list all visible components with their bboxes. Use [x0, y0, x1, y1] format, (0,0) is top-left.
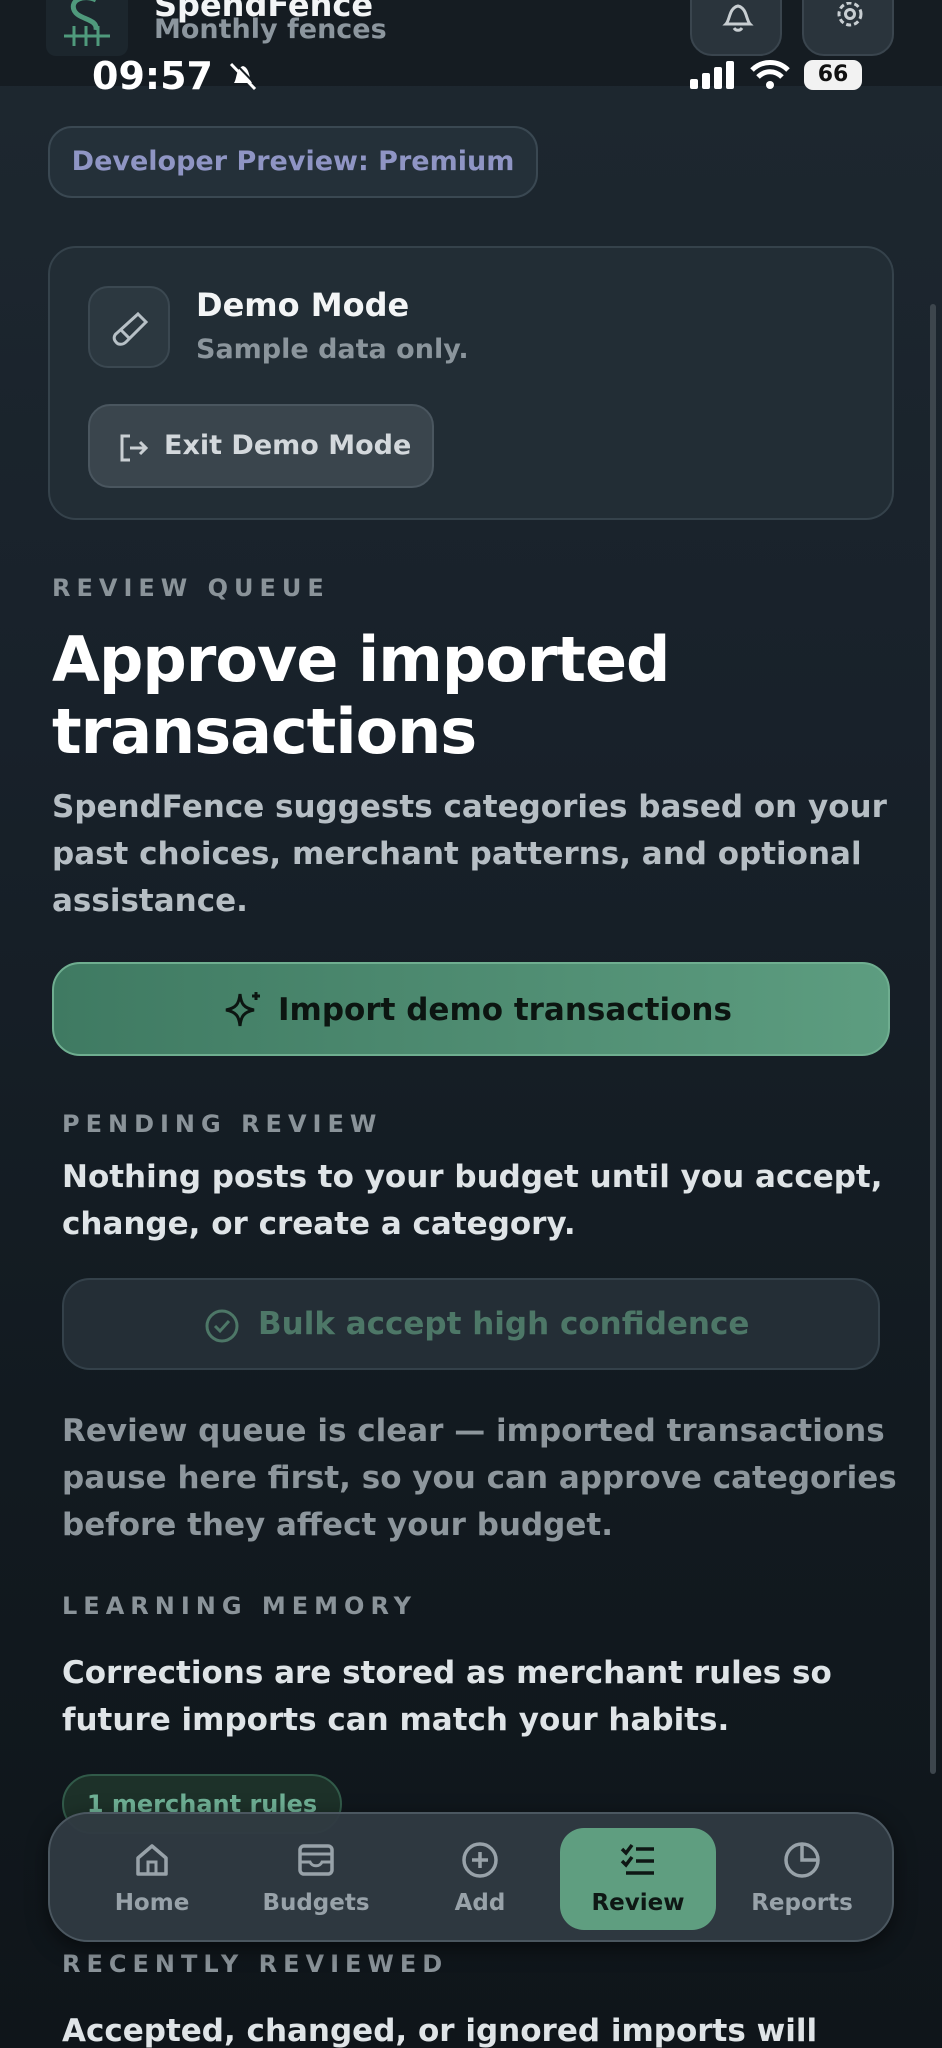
status-icons: 66 [690, 60, 862, 90]
demo-mode-title: Demo Mode [196, 286, 410, 324]
review-screen: SpendFence Monthly fences 09:57 66 Devel… [0, 0, 942, 2048]
silent-bell-icon [230, 61, 258, 91]
wallet-icon [298, 1844, 334, 1876]
check-circle-icon [205, 1309, 239, 1343]
status-time: 09:57 [92, 54, 260, 98]
bulk-accept-button[interactable]: Bulk accept high confidence [62, 1278, 880, 1370]
demo-icon-tile [88, 286, 170, 368]
import-demo-transactions-button[interactable]: Import demo transactions [52, 962, 890, 1056]
description-line: past choices, merchant patterns, and opt… [52, 836, 862, 872]
description-line: assistance. [52, 883, 248, 919]
exit-icon [120, 434, 149, 462]
pending-review-description: Nothing posts to your budget until you a… [62, 1154, 883, 1248]
review-queue-description: SpendFence suggests categories based on … [52, 784, 887, 925]
review-queue-empty-message: Review queue is clear — imported transac… [62, 1408, 897, 1549]
tab-add[interactable]: Add [402, 1828, 558, 1930]
plus-circle-icon [462, 1842, 498, 1878]
page-title: Approve imported transactions [52, 624, 852, 768]
home-icon [136, 1844, 168, 1876]
checklist-icon [620, 1843, 654, 1875]
notifications-button[interactable] [690, 0, 782, 56]
exit-demo-button[interactable]: Exit Demo Mode [88, 404, 434, 488]
wifi-icon [750, 60, 790, 89]
tab-add-label: Add [454, 1890, 506, 1916]
recently-reviewed-overline: RECENTLY REVIEWED [62, 1950, 449, 1978]
tab-review[interactable]: Review [560, 1828, 716, 1930]
pie-chart-icon [784, 1842, 820, 1878]
pending-review-overline: PENDING REVIEW [62, 1110, 383, 1138]
pending-line: change, or create a category. [62, 1206, 576, 1242]
learning-memory-description: Corrections are stored as merchant rules… [62, 1650, 832, 1744]
learning-memory-overline: LEARNING MEMORY [62, 1592, 418, 1620]
sparkle-icon [225, 992, 260, 1027]
page-title-line-2: transactions [52, 695, 477, 768]
developer-preview-badge: Developer Preview: Premium [48, 126, 538, 198]
empty-line: pause here first, so you can approve cat… [62, 1460, 897, 1496]
cellular-signal-icon [690, 61, 734, 89]
page-title-line-1: Approve imported [52, 623, 670, 696]
settings-button[interactable] [802, 0, 894, 56]
empty-line: Review queue is clear — imported transac… [62, 1413, 885, 1449]
recently-reviewed-description: Accepted, changed, or ignored imports wi… [62, 2013, 818, 2048]
tab-budgets[interactable]: Budgets [238, 1828, 394, 1930]
demo-mode-subtitle: Sample data only. [196, 334, 469, 365]
gear-icon [837, 2, 863, 27]
learning-line: Corrections are stored as merchant rules… [62, 1655, 832, 1691]
import-demo-label: Import demo transactions [278, 992, 732, 1028]
scrollbar[interactable] [930, 304, 936, 1774]
exit-demo-label: Exit Demo Mode [164, 430, 412, 461]
review-queue-overline: REVIEW QUEUE [52, 574, 330, 602]
status-bar: 09:57 66 [0, 54, 942, 102]
app-subtitle: Monthly fences [154, 14, 387, 45]
description-line: SpendFence suggests categories based on … [52, 789, 887, 825]
learning-line: future imports can match your habits. [62, 1702, 730, 1738]
empty-line: before they affect your budget. [62, 1507, 613, 1543]
tab-budgets-label: Budgets [262, 1890, 370, 1916]
tab-home-label: Home [114, 1890, 190, 1916]
battery-indicator: 66 [804, 60, 862, 90]
tab-reports[interactable]: Reports [724, 1828, 880, 1930]
bell-icon [722, 4, 754, 32]
pending-line: Nothing posts to your budget until you a… [62, 1159, 883, 1195]
test-tube-icon [112, 311, 149, 346]
bulk-accept-label: Bulk accept high confidence [258, 1306, 750, 1342]
app-logo [46, 0, 128, 56]
tab-reports-label: Reports [751, 1890, 853, 1916]
tab-home[interactable]: Home [74, 1828, 230, 1930]
demo-mode-card: Demo Mode Sample data only. Exit Demo Mo… [48, 246, 894, 520]
clock-text: 09:57 [92, 54, 213, 98]
bottom-tab-bar: Home Budgets Add Review Reports [48, 1812, 894, 1942]
tab-review-label: Review [591, 1890, 685, 1916]
